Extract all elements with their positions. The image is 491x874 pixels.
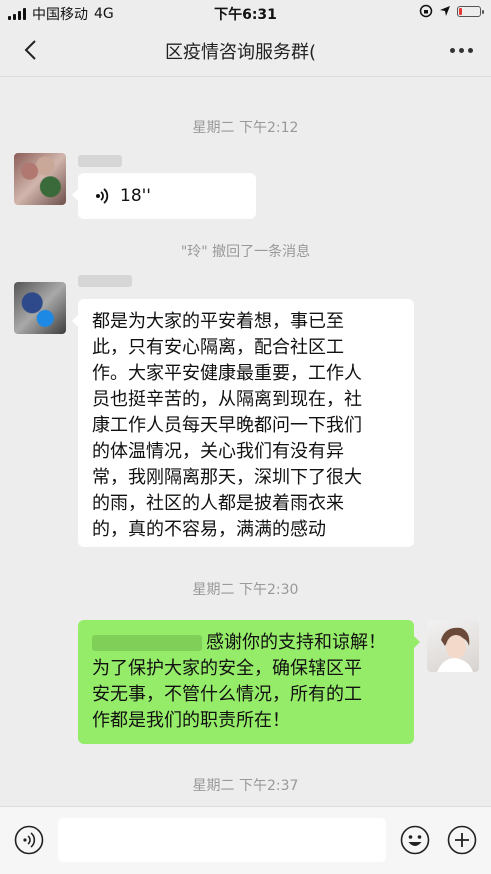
message-line: 安无事，不管什么情况，所有的工: [92, 684, 362, 705]
sender-name: [78, 275, 132, 287]
message-line: 的体温情况，关心我们有没有异: [92, 441, 344, 462]
timestamp: 星期二 下午2:30: [192, 582, 299, 598]
voice-wave-icon: [96, 188, 109, 204]
message-line: 常，我刚隔离那天，深圳下了很大: [92, 467, 362, 488]
input-bar: [0, 806, 491, 874]
message-line: 员也挺辛苦的，从隔离到现在，社: [92, 389, 362, 410]
plus-icon[interactable]: [447, 825, 477, 855]
recall-notice: "玲" 撤回了一条消息: [180, 244, 311, 260]
more-dots-icon[interactable]: [450, 48, 473, 53]
timestamp: 星期二 下午2:12: [192, 120, 299, 136]
chat-title: 区疫情咨询服务群(: [164, 42, 317, 63]
message-input[interactable]: [58, 818, 386, 862]
chevron-left-icon[interactable]: [20, 38, 44, 62]
message-line: 都是为大家的平安着想，事已至: [92, 311, 344, 332]
location-icon: [440, 6, 450, 16]
battery-icon: [457, 5, 484, 17]
mention-blur: [92, 635, 202, 651]
message-line: 的雨，社区的人都是披着雨衣来: [92, 493, 344, 514]
text-message-bubble[interactable]: 都是为大家的平安着想，事已至 此，只有安心隔离，配合社区工 作。大家平安健康最重…: [72, 299, 414, 547]
self-avatar[interactable]: [427, 620, 479, 672]
emoji-icon[interactable]: [400, 825, 430, 855]
message-line: 为了保护大家的安全，确保辖区平: [92, 658, 362, 679]
message-line: 此，只有安心隔离，配合社区工: [92, 337, 344, 358]
portrait-icon: [437, 627, 473, 672]
message-line: 作都是我们的职责所在！: [92, 710, 290, 731]
message-line: 的，真的不容易，满满的感动: [92, 519, 326, 540]
clock: 下午6:31: [214, 7, 277, 23]
text-message-bubble-self[interactable]: 感谢你的支持和谅解！ 为了保护大家的安全，确保辖区平 安无事，不管什么情况，所有…: [78, 620, 420, 744]
avatar[interactable]: [14, 153, 66, 205]
status-right: [419, 4, 484, 18]
chat-area[interactable]: 星期二 下午2:12 18'' "玲" 撤回了一条消息 都是为大家的平安着想，事…: [0, 77, 491, 806]
sender-name: [78, 155, 122, 167]
rotation-lock-icon: [419, 4, 433, 18]
message-line: 感谢你的支持和谅解！: [92, 630, 400, 656]
voice-mode-icon[interactable]: [14, 825, 44, 855]
timestamp: 星期二 下午2:37: [192, 778, 299, 794]
message-line: 作。大家平安健康最重要，工作人: [92, 363, 362, 384]
voice-duration: 18'': [120, 186, 151, 206]
nav-bar: 区疫情咨询服务群(: [0, 24, 491, 77]
voice-message-bubble[interactable]: 18'': [72, 173, 256, 219]
message-line: 康工作人员每天早晚都问一下我们: [92, 415, 362, 436]
status-bar: 中国移动 4G 下午6:31: [0, 0, 491, 24]
avatar[interactable]: [14, 282, 66, 334]
